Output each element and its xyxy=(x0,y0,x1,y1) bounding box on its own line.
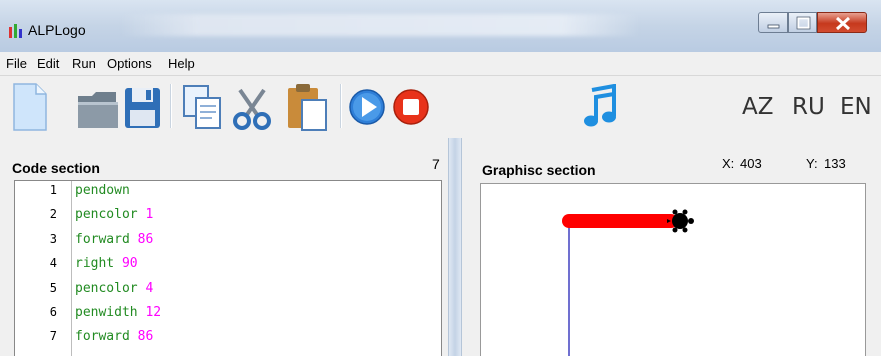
line-number: 6 xyxy=(49,305,57,319)
title-bar: ALPLogo xyxy=(0,0,881,52)
language-en-button[interactable]: EN xyxy=(840,94,872,120)
save-icon[interactable] xyxy=(124,86,162,130)
drawing-surface xyxy=(562,209,694,356)
close-button[interactable] xyxy=(817,12,867,33)
run-icon[interactable] xyxy=(348,88,388,128)
stop-icon[interactable] xyxy=(392,88,432,128)
close-icon xyxy=(835,16,851,31)
code-command: penwidth xyxy=(75,305,138,320)
code-argument: 86 xyxy=(137,231,154,247)
maximize-icon xyxy=(796,16,811,30)
menu-run[interactable]: Run xyxy=(72,56,96,71)
toolbar: AZ RU EN xyxy=(0,76,881,138)
code-line: forward 86 xyxy=(75,232,153,247)
code-command: pencolor xyxy=(75,280,138,296)
cut-icon[interactable] xyxy=(230,86,274,130)
code-argument: 4 xyxy=(145,280,154,296)
code-line-count: 7 xyxy=(432,156,440,172)
line-number: 4 xyxy=(49,256,57,271)
paste-icon[interactable] xyxy=(286,82,328,132)
code-command: pendown xyxy=(75,183,130,198)
code-line: right 90 xyxy=(75,256,138,271)
graphics-section-panel: Graphisc section X: 403 Y: 133 xyxy=(462,138,881,356)
line-number: 7 xyxy=(49,329,57,344)
toolbar-separator xyxy=(340,84,342,128)
minimize-icon xyxy=(767,24,780,29)
y-coordinate-label: Y: xyxy=(806,156,818,171)
code-command: pencolor xyxy=(75,207,138,223)
code-argument: 86 xyxy=(137,329,154,345)
line-number: 1 xyxy=(49,183,57,197)
code-command: forward xyxy=(75,329,130,345)
menu-help[interactable]: Help xyxy=(168,56,195,71)
app-icon xyxy=(9,24,22,38)
panel-splitter[interactable] xyxy=(448,138,462,356)
code-command: right xyxy=(75,256,115,272)
language-az-button[interactable]: AZ xyxy=(742,94,774,120)
line-number-gutter: 1 2 3 4 5 6 7 xyxy=(15,181,72,356)
window-title: ALPLogo xyxy=(28,22,86,38)
minimize-button[interactable] xyxy=(758,12,788,33)
menu-options[interactable]: Options xyxy=(107,56,152,71)
code-line: forward 86 xyxy=(75,329,153,344)
line-number: 3 xyxy=(49,231,57,246)
code-command: forward xyxy=(75,231,130,247)
title-bar-background xyxy=(120,14,640,36)
toolbar-separator xyxy=(170,84,172,128)
menu-bar: File Edit Run Options Help xyxy=(0,52,881,76)
code-editor[interactable]: 1234567 pendown pencolor 1 forward 86 right… xyxy=(14,180,442,356)
code-line: penwidth 12 xyxy=(75,305,161,320)
x-coordinate-value: 403 xyxy=(740,156,762,171)
music-icon[interactable] xyxy=(582,84,618,130)
language-ru-button[interactable]: RU xyxy=(792,94,825,120)
x-coordinate-label: X: xyxy=(722,156,735,171)
code-argument: 12 xyxy=(145,305,162,320)
menu-edit[interactable]: Edit xyxy=(37,56,59,71)
code-argument: 1 xyxy=(145,207,154,223)
code-line: pendown xyxy=(75,183,130,198)
code-line: pencolor 1 xyxy=(75,207,153,222)
code-line: pencolor 4 xyxy=(75,281,153,296)
line-number: 5 xyxy=(49,280,57,295)
copy-icon[interactable] xyxy=(180,82,226,132)
drawing-canvas[interactable] xyxy=(480,183,866,356)
new-file-icon[interactable] xyxy=(10,82,50,132)
y-coordinate-value: 133 xyxy=(824,156,846,171)
menu-file[interactable]: File xyxy=(6,56,27,71)
graphics-section-title: Graphisc section xyxy=(482,162,596,178)
open-folder-icon[interactable] xyxy=(76,88,120,130)
code-section-title: Code section xyxy=(12,160,100,176)
maximize-button[interactable] xyxy=(788,12,817,33)
code-argument: 90 xyxy=(121,256,138,272)
line-number: 2 xyxy=(49,207,57,222)
code-section-panel: Code section 7 1234567 pendown pencolor 1… xyxy=(0,138,448,356)
